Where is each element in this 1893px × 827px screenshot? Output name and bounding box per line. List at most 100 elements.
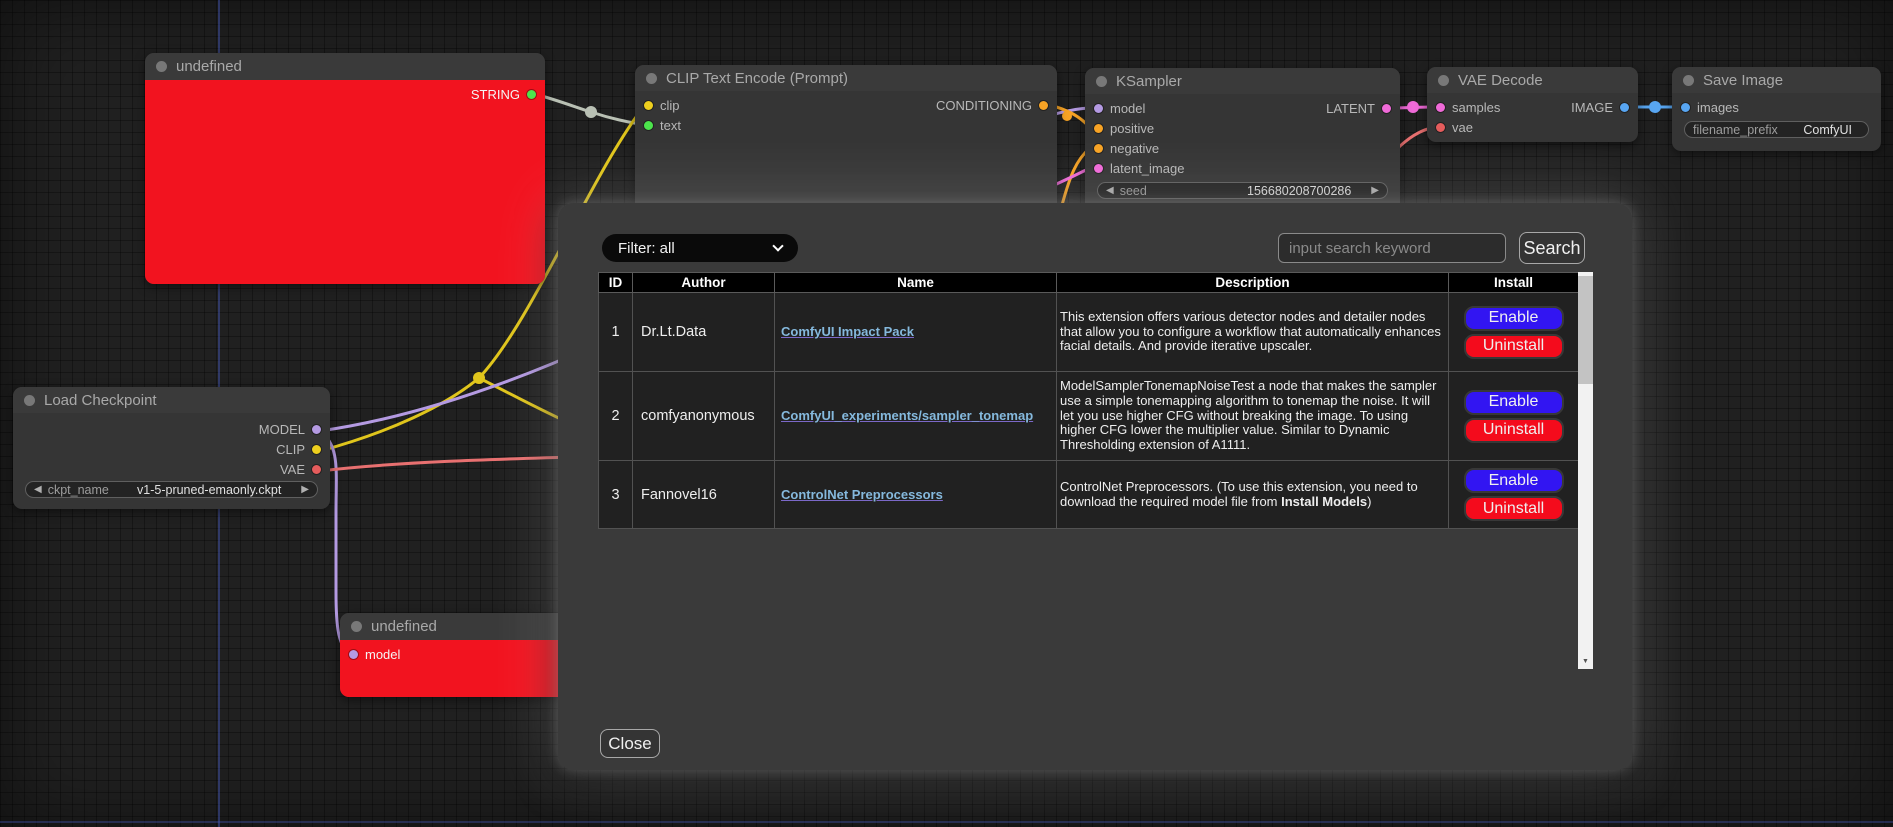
extension-author: Fannovel16: [633, 461, 775, 529]
uninstall-button[interactable]: Uninstall: [1464, 334, 1564, 359]
model-input-port[interactable]: [1094, 104, 1103, 113]
negative-input-port[interactable]: [1094, 144, 1103, 153]
filter-select-value: Filter: all: [618, 240, 675, 257]
reroute-dot-image-wire[interactable]: [1649, 101, 1661, 113]
vae-output-port[interactable]: [312, 465, 321, 474]
extension-description: This extension offers various detector n…: [1057, 293, 1449, 372]
enable-button[interactable]: Enable: [1464, 390, 1564, 415]
extension-author: comfyanonymous: [633, 372, 775, 461]
scrollbar-thumb[interactable]: [1578, 276, 1593, 384]
node-title: undefined: [176, 58, 242, 75]
ckpt-name-widget[interactable]: ◀ ckpt_name v1-5-pruned-emaonly.ckpt ▶: [25, 481, 318, 498]
decrement-arrow-icon[interactable]: ◀: [1106, 185, 1114, 196]
reroute-dot-conditioning-wire[interactable]: [1062, 111, 1072, 121]
extension-id: 1: [599, 293, 633, 372]
increment-arrow-icon[interactable]: ▶: [1371, 185, 1379, 196]
positive-input-port[interactable]: [1094, 124, 1103, 133]
table-row: 1 Dr.Lt.Data ComfyUI Impact Pack This ex…: [599, 293, 1579, 372]
extension-author: Dr.Lt.Data: [633, 293, 775, 372]
node-title: undefined: [371, 618, 437, 635]
uninstall-button[interactable]: Uninstall: [1464, 418, 1564, 443]
image-output-port[interactable]: [1620, 103, 1629, 112]
node-status-dot: [24, 395, 35, 406]
port-label: model: [1110, 101, 1145, 116]
port-label: CLIP: [276, 442, 305, 457]
increment-arrow-icon[interactable]: ▶: [301, 484, 309, 495]
extension-id: 3: [599, 461, 633, 529]
port-label: STRING: [471, 87, 520, 102]
node-status-dot: [1096, 76, 1107, 87]
string-output-port[interactable]: [527, 90, 536, 99]
latent-image-input-port[interactable]: [1094, 164, 1103, 173]
clip-input-port[interactable]: [644, 101, 653, 110]
chevron-down-icon: [772, 240, 783, 251]
port-label: CONDITIONING: [936, 98, 1032, 113]
node-status-dot: [1438, 75, 1449, 86]
port-label: LATENT: [1326, 101, 1375, 116]
filename-prefix-widget[interactable]: filename_prefix ComfyUI: [1684, 121, 1869, 138]
port-label: images: [1697, 100, 1739, 115]
port-label: positive: [1110, 121, 1154, 136]
port-label: VAE: [280, 462, 305, 477]
port-label: model: [365, 647, 400, 662]
port-label: MODEL: [259, 422, 305, 437]
decrement-arrow-icon[interactable]: ◀: [34, 484, 42, 495]
close-button[interactable]: Close: [600, 729, 660, 758]
scrollbar-down-button[interactable]: ▼: [1578, 653, 1593, 669]
extension-name-link[interactable]: ComfyUI_experiments/sampler_tonemap: [781, 408, 1033, 423]
node-undefined-top[interactable]: undefined STRING: [145, 53, 545, 284]
column-header: ID: [599, 273, 633, 293]
port-label: negative: [1110, 141, 1159, 156]
node-status-dot: [1683, 75, 1694, 86]
uninstall-button[interactable]: Uninstall: [1464, 496, 1564, 521]
node-load-checkpoint[interactable]: Load Checkpoint MODEL CLIP VAE ◀ ckpt_na…: [13, 387, 330, 509]
node-title: Save Image: [1703, 72, 1783, 89]
widget-label: seed: [1120, 184, 1147, 198]
extension-description: ModelSamplerTonemapNoiseTest a node that…: [1057, 372, 1449, 461]
widget-value: 156680208700286: [1247, 184, 1351, 198]
column-header: Author: [633, 273, 775, 293]
reroute-dot-string-wire[interactable]: [585, 106, 597, 118]
seed-widget[interactable]: ◀ seed 156680208700286 ▶: [1097, 182, 1388, 199]
scroll-down-arrow-icon: ▼: [1582, 658, 1589, 665]
port-label: samples: [1452, 100, 1500, 115]
port-label: clip: [660, 98, 680, 113]
reroute-dot-latent-wire[interactable]: [1407, 101, 1419, 113]
extension-name-link[interactable]: ControlNet Preprocessors: [781, 487, 943, 502]
conditioning-output-port[interactable]: [1039, 101, 1048, 110]
node-save-image[interactable]: Save Image images filename_prefix ComfyU…: [1672, 67, 1881, 151]
node-title: Load Checkpoint: [44, 392, 157, 409]
model-input-port[interactable]: [349, 650, 358, 659]
port-label: IMAGE: [1571, 100, 1613, 115]
node-status-dot: [156, 61, 167, 72]
port-label: latent_image: [1110, 161, 1184, 176]
extension-manager-dialog: Filter: all Search ID Author Name Descri…: [558, 203, 1632, 770]
search-button[interactable]: Search: [1519, 232, 1585, 264]
node-vae-decode[interactable]: VAE Decode samples IMAGE vae: [1427, 67, 1638, 142]
latent-output-port[interactable]: [1382, 104, 1391, 113]
model-output-port[interactable]: [312, 425, 321, 434]
table-row: 3 Fannovel16 ControlNet Preprocessors Co…: [599, 461, 1579, 529]
table-row: 2 comfyanonymous ComfyUI_experiments/sam…: [599, 372, 1579, 461]
widget-value: v1-5-pruned-emaonly.ckpt: [137, 483, 281, 497]
node-title: KSampler: [1116, 73, 1182, 90]
port-label: text: [660, 118, 681, 133]
samples-input-port[interactable]: [1436, 103, 1445, 112]
node-title: VAE Decode: [1458, 72, 1543, 89]
enable-button[interactable]: Enable: [1464, 306, 1564, 331]
search-input[interactable]: [1278, 233, 1506, 263]
text-input-port[interactable]: [644, 121, 653, 130]
vae-input-port[interactable]: [1436, 123, 1445, 132]
extension-name-link[interactable]: ComfyUI Impact Pack: [781, 324, 914, 339]
node-status-dot: [351, 621, 362, 632]
enable-button[interactable]: Enable: [1464, 468, 1564, 493]
port-label: vae: [1452, 120, 1473, 135]
reroute-dot-clip-wire[interactable]: [473, 372, 485, 384]
extension-description: ControlNet Preprocessors. (To use this e…: [1057, 461, 1449, 529]
widget-value: ComfyUI: [1803, 123, 1852, 137]
node-title: CLIP Text Encode (Prompt): [666, 70, 848, 87]
table-header-row: ID Author Name Description Install: [599, 273, 1579, 293]
filter-select[interactable]: Filter: all: [602, 234, 798, 262]
clip-output-port[interactable]: [312, 445, 321, 454]
images-input-port[interactable]: [1681, 103, 1690, 112]
